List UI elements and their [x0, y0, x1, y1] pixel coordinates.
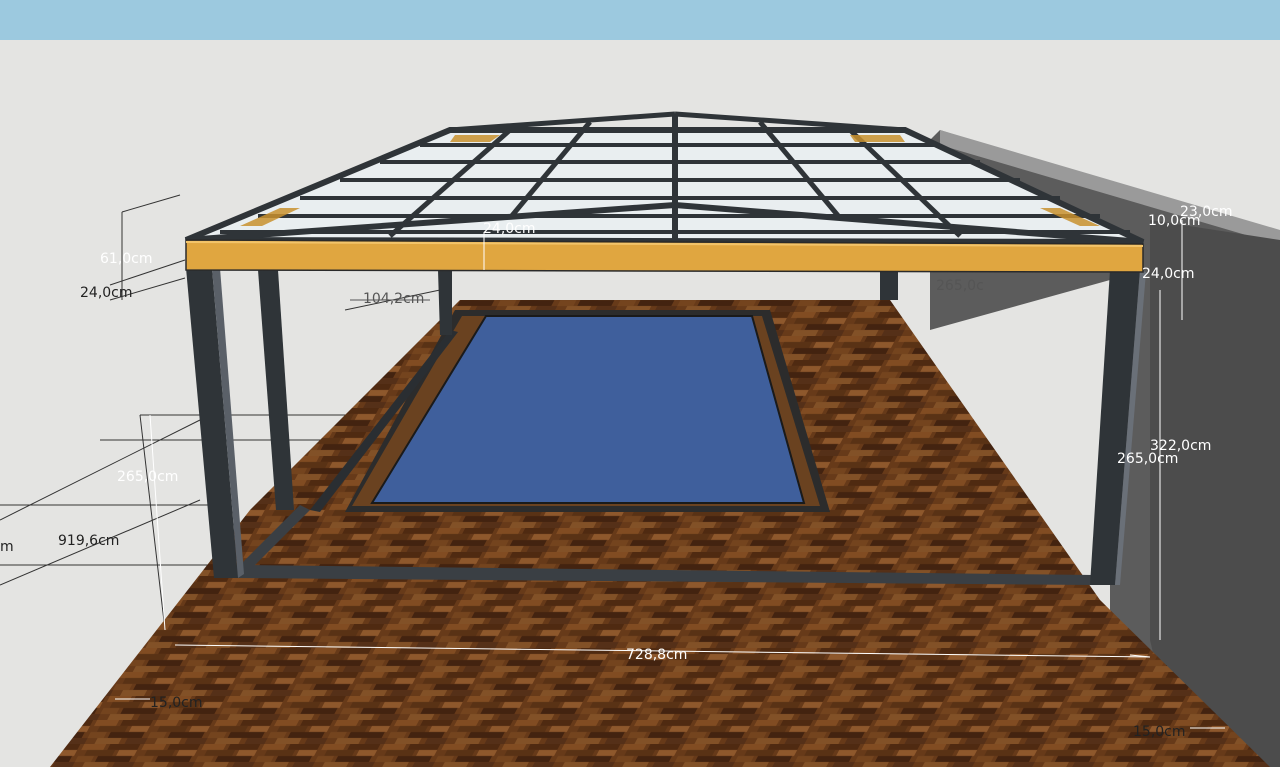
dim-24-right: 24,0cm: [1142, 266, 1195, 282]
dim-265-left: 265,0cm: [117, 469, 178, 485]
dim-919: 919,6cm: [58, 533, 119, 549]
3d-model-scene[interactable]: 61,0cm 24,0cm 24,0cm 104,2cm 265,0c 23,0…: [0, 0, 1280, 767]
dim-265-right: 265,0cm: [1117, 451, 1178, 467]
dim-104: 104,2cm: [363, 291, 424, 307]
dim-15-left: 15,0cm: [150, 695, 203, 711]
dim-265-back: 265,0c: [936, 278, 984, 294]
dim-24-left: 24,0cm: [80, 285, 133, 301]
dim-24-beam: 24,0cm: [483, 221, 536, 237]
dim-m: m: [0, 539, 14, 555]
dim-728: 728,8cm: [626, 647, 687, 663]
sky-band: [0, 0, 1280, 40]
dim-15-right: 15,0cm: [1133, 724, 1186, 740]
dim-10: 10,0cm: [1148, 213, 1201, 229]
dim-61: 61,0cm: [100, 251, 153, 267]
sketchup-viewport[interactable]: 61,0cm 24,0cm 24,0cm 104,2cm 265,0c 23,0…: [0, 0, 1280, 767]
